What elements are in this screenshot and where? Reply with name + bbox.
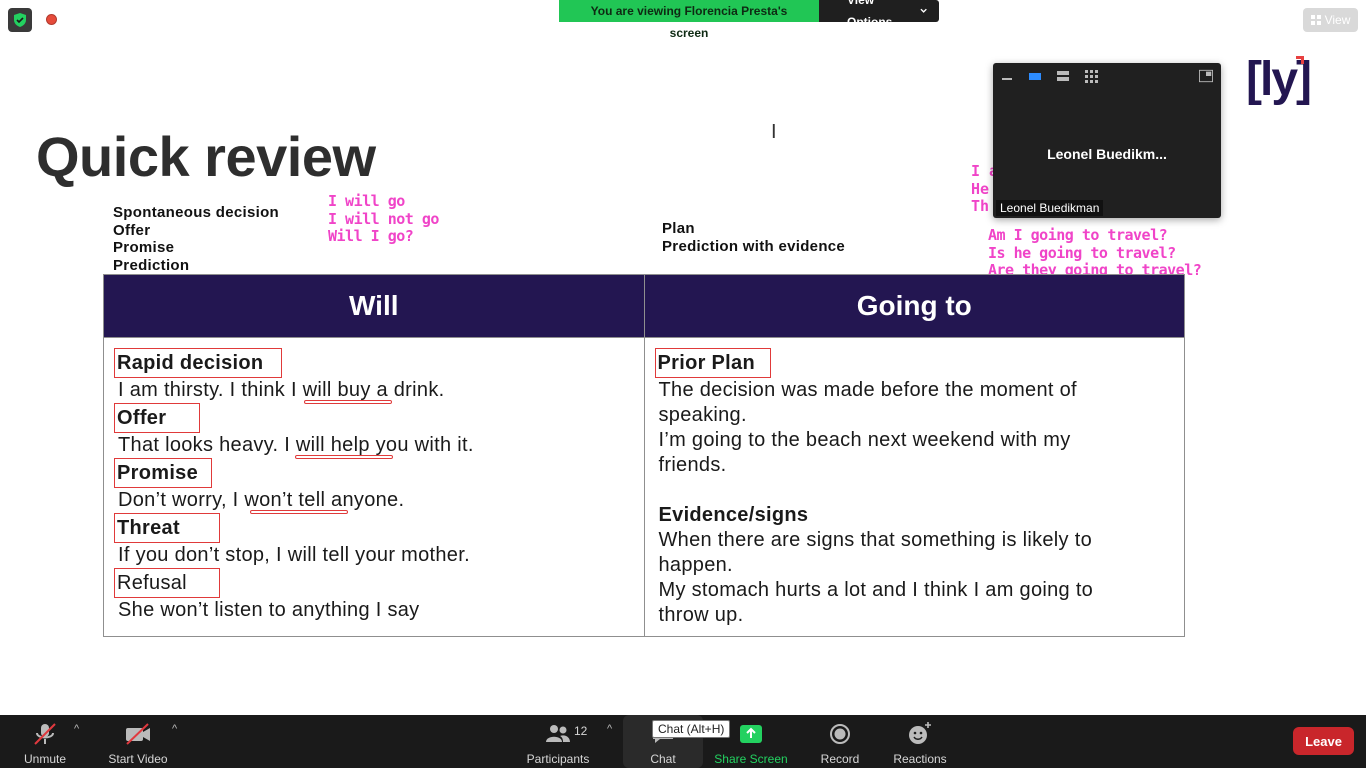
participants-count: 12 (574, 724, 588, 738)
annotation-line: I will go (328, 192, 405, 210)
will-example: I am thirsty. I think I will buy a drink… (118, 378, 630, 404)
going-to-column: Prior Plan The decision was made before … (643, 337, 1185, 637)
will-use-item: Spontaneous decision (113, 204, 280, 221)
view-options-label: View Options (847, 0, 893, 29)
start-video-label: Start Video (108, 752, 168, 766)
participant-name-display: Leonel Buedikm... (1047, 146, 1167, 162)
red-underline (250, 510, 348, 514)
video-options-caret[interactable]: ^ (172, 723, 177, 735)
audio-options-caret[interactable]: ^ (74, 723, 79, 735)
will-use-heading: Threat (114, 513, 220, 543)
record-label: Record (820, 752, 860, 766)
will-use-heading: Refusal (114, 568, 220, 598)
will-use-heading: Promise (114, 458, 212, 488)
text-cursor-icon: I (771, 121, 777, 143)
reactions-label: Reactions (893, 752, 947, 766)
record-button[interactable]: Record (816, 715, 864, 768)
chevron-down-icon (920, 8, 927, 13)
participant-name-tag: Leonel Buedikman (996, 200, 1104, 216)
reactions-button[interactable]: Reactions (890, 715, 950, 768)
going-uses-list: Plan Prediction with evidence (662, 220, 845, 255)
chat-label: Chat (650, 752, 676, 766)
table-header-going-to: Going to (643, 274, 1185, 338)
participants-label: Participants (526, 752, 590, 766)
will-example-text: Don’t worry, I won’t tell anyone. (118, 489, 405, 511)
viewing-banner-text: You are viewing Florencia Presta's scree… (559, 0, 819, 40)
stack-view-icon[interactable] (1056, 69, 1070, 83)
unmute-button[interactable]: Unmute (16, 715, 74, 768)
reactions-icon (909, 722, 931, 744)
slide-title: Quick review (36, 125, 376, 188)
will-use-item: Promise (113, 239, 175, 257)
start-video-button[interactable]: Start Video (104, 715, 172, 768)
will-example: That looks heavy. I will help you with i… (118, 433, 630, 459)
share-screen-label: Share Screen (714, 752, 788, 766)
share-screen-icon (740, 725, 762, 743)
video-camera-off-icon (126, 723, 150, 745)
exit-panel-icon[interactable] (1199, 69, 1213, 83)
view-options-button[interactable]: View Options (819, 0, 939, 29)
red-underline (304, 400, 392, 404)
will-example-text: If you don’t stop, I will tell your moth… (118, 544, 470, 566)
view-button-label: View (1324, 13, 1351, 27)
minimize-icon[interactable] (1000, 69, 1014, 83)
red-underline (295, 455, 393, 459)
will-use-heading: Rapid decision (114, 348, 282, 378)
will-use-item: Offer (113, 221, 151, 239)
going-use-item: Plan (662, 220, 695, 237)
annotation-line: Is he going to travel? (988, 243, 1176, 262)
will-example: She won’t listen to anything I say (118, 598, 630, 623)
single-view-icon[interactable] (1028, 69, 1042, 83)
going-example: I’m going to the beach next weekend with… (658, 429, 1071, 476)
annotation-line: Will I go? (328, 227, 414, 246)
going-example: When there are signs that something is l… (658, 529, 1092, 576)
view-button[interactable]: View (1303, 8, 1358, 32)
viewing-banner: You are viewing Florencia Presta's scree… (559, 0, 939, 40)
participants-button[interactable]: Participants (524, 715, 592, 768)
annotation-line: Am I going to travel? (988, 226, 1168, 244)
will-column: Rapid decision I am thirsty. I think I w… (103, 337, 645, 637)
will-example: Don’t worry, I won’t tell anyone. (118, 488, 630, 514)
will-uses-list: Spontaneous decision Offer Promise Predi… (113, 204, 279, 275)
microphone-muted-icon (34, 723, 56, 745)
will-annotations: I will go I will not go Will I go? (328, 192, 439, 246)
annotation-line: I will not go (328, 209, 439, 228)
grammar-table: Will Going to Rapid decision I am thirst… (103, 274, 1185, 637)
will-example-text: She won’t listen to anything I say (118, 599, 420, 621)
grid-view-icon[interactable] (1084, 69, 1098, 83)
going-use-heading: Prior Plan (654, 348, 771, 378)
table-header-will: Will (103, 274, 645, 338)
will-example-text: I am thirsty. I think I will buy a drink… (118, 379, 445, 401)
recording-indicator-icon (46, 14, 57, 25)
going-use-item: Prediction with evidence (662, 237, 846, 255)
chat-tooltip: Chat (Alt+H) (652, 720, 731, 738)
going-example: The decision was made before the moment … (658, 379, 1077, 426)
participants-icon (546, 725, 570, 742)
security-shield-icon[interactable] (8, 8, 32, 32)
record-icon (830, 724, 850, 744)
will-example: If you don’t stop, I will tell your moth… (118, 543, 630, 568)
leave-button[interactable]: Leave (1293, 727, 1354, 755)
video-panel[interactable]: Leonel Buedikm... Leonel Buedikman (993, 63, 1221, 218)
unmute-label: Unmute (23, 752, 67, 766)
participants-options-caret[interactable]: ^ (607, 723, 612, 735)
will-example-text: That looks heavy. I will help you with i… (118, 434, 474, 456)
grid-view-icon (1310, 15, 1321, 25)
video-panel-toolbar (993, 69, 1221, 85)
will-use-item: Prediction (113, 257, 190, 275)
going-use-heading: Evidence/signs (658, 504, 809, 526)
going-annotations: Am I going to travel? Is he going to tra… (988, 226, 1202, 280)
will-use-heading: Offer (114, 403, 200, 433)
going-example: My stomach hurts a lot and I think I am … (658, 579, 1094, 626)
logo-accent (1296, 56, 1304, 64)
